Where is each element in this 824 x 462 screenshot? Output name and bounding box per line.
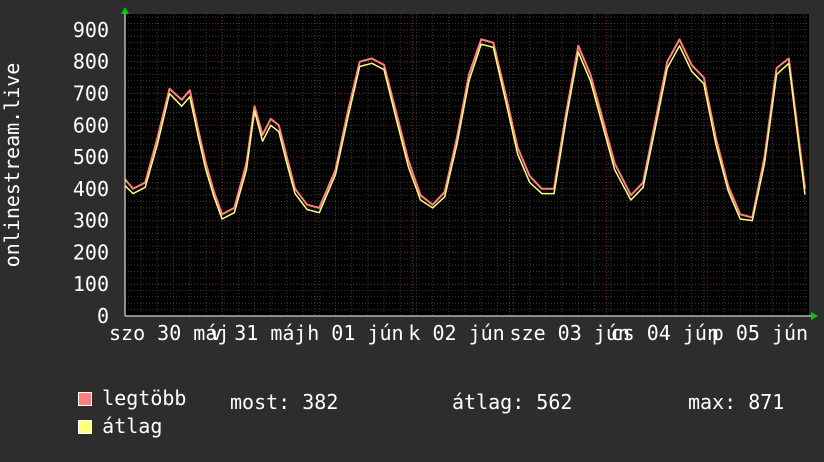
stat-maximum: max: 871 bbox=[688, 390, 785, 414]
legend-swatch-avg bbox=[78, 420, 93, 434]
stat-current: most: 382 bbox=[230, 390, 339, 414]
x-tick-label: v 31 máj bbox=[210, 321, 306, 345]
x-axis-arrow-icon bbox=[811, 312, 818, 320]
x-tick-label: p 05 jún bbox=[712, 321, 808, 345]
plot-area bbox=[125, 14, 809, 316]
y-tick-label: 500 bbox=[73, 145, 109, 169]
x-tick-label: cs 04 jún bbox=[611, 321, 719, 345]
y-axis-label: onlinestream.live bbox=[0, 63, 24, 268]
y-tick-label: 0 bbox=[97, 304, 109, 328]
x-tick-labels: szo 30 májv 31 máj h 01 jún k 02 jún sze 03… bbox=[109, 321, 808, 345]
stat-average: átlag: 562 bbox=[452, 390, 573, 414]
y-tick-label: 800 bbox=[73, 50, 109, 74]
x-tick-label: k 02 jún bbox=[408, 321, 504, 345]
line-chart: 0 100 200 300 400 500 600 700 800 900 szo 30 májv… bbox=[0, 7, 818, 345]
y-axis-arrow-icon bbox=[121, 7, 129, 14]
y-tick-label: 400 bbox=[73, 177, 109, 201]
y-tick-labels: 0 100 200 300 400 500 600 700 800 900 bbox=[73, 18, 109, 328]
y-tick-label: 100 bbox=[73, 272, 109, 296]
x-tick-label: h 01 jún bbox=[307, 321, 403, 345]
y-tick-label: 900 bbox=[73, 18, 109, 42]
y-tick-label: 700 bbox=[73, 81, 109, 105]
y-tick-label: 600 bbox=[73, 113, 109, 137]
y-tick-label: 300 bbox=[73, 209, 109, 233]
legend-item-avg: átlag bbox=[30, 390, 162, 462]
legend-label-avg: átlag bbox=[102, 414, 163, 438]
graph-container: 0 100 200 300 400 500 600 700 800 900 szo 30 máj v… bbox=[0, 0, 824, 438]
y-tick-label: 200 bbox=[73, 240, 109, 264]
